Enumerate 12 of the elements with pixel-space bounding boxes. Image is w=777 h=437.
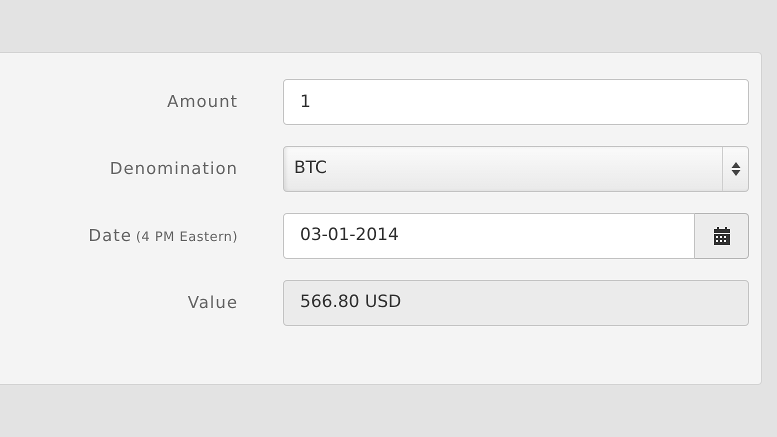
field-label: Amount [167,90,238,113]
up-down-arrows-icon [730,161,740,177]
denomination-select[interactable]: BTC [283,146,749,192]
field-note: (4 PM Eastern) [136,228,238,247]
amount-field[interactable]: 1 [283,79,749,125]
field-label: Denomination [110,158,238,180]
calendar-button[interactable] [695,213,749,259]
date-field[interactable]: 03-01-2014 [283,213,695,259]
calendar-icon [712,227,730,245]
value-field: 566.80 USD [283,280,749,326]
field-label: Date [88,224,132,247]
field-label: Value [188,292,238,314]
